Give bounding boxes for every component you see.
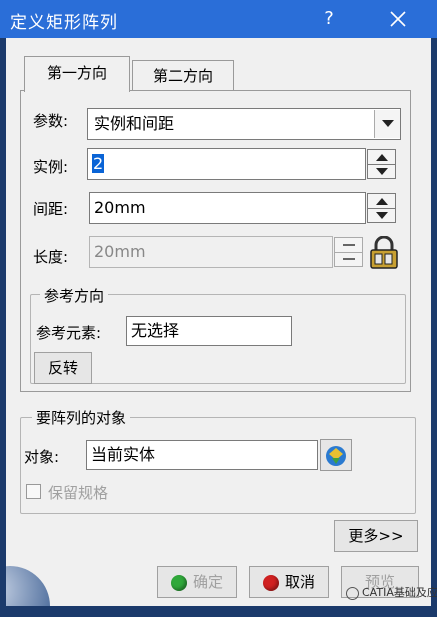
spacing-value: 20mm bbox=[94, 198, 146, 217]
params-type-value: 实例和间距 bbox=[94, 114, 175, 133]
length-spin-down bbox=[335, 252, 362, 266]
object-selector-button[interactable] bbox=[320, 439, 352, 471]
keep-spec-checkbox[interactable] bbox=[26, 484, 41, 499]
ref-element-input[interactable]: 无选择 bbox=[126, 316, 292, 346]
params-type-dropdown-button[interactable] bbox=[374, 110, 400, 138]
triangle-down-icon bbox=[375, 211, 388, 219]
length-spin-up bbox=[335, 238, 362, 253]
minus-icon bbox=[342, 258, 355, 260]
object-input[interactable]: 当前实体 bbox=[86, 440, 318, 470]
help-button[interactable]: ? bbox=[314, 4, 344, 34]
cancel-label: 取消 bbox=[284, 573, 315, 591]
active-tab-join bbox=[25, 89, 129, 92]
keep-spec-label: 保留规格 bbox=[48, 484, 109, 502]
object-value: 当前实体 bbox=[91, 445, 156, 464]
triangle-up-icon bbox=[375, 197, 388, 205]
tab-first-direction[interactable]: 第一方向 bbox=[24, 56, 130, 92]
params-type-select[interactable]: 实例和间距 bbox=[87, 108, 401, 140]
ok-label: 确定 bbox=[192, 573, 223, 591]
select-object-icon bbox=[326, 446, 346, 466]
chevron-down-icon bbox=[381, 120, 394, 127]
ref-element-value: 无选择 bbox=[131, 321, 180, 340]
minus-icon bbox=[342, 244, 355, 246]
spacing-spinner[interactable] bbox=[367, 193, 396, 223]
reverse-button[interactable]: 反转 bbox=[34, 352, 92, 384]
object-group-title: 要阵列的对象 bbox=[32, 407, 131, 428]
close-button[interactable] bbox=[380, 4, 416, 34]
spacing-input[interactable]: 20mm bbox=[89, 192, 366, 224]
more-button[interactable]: 更多>> bbox=[334, 520, 418, 552]
spacing-spin-up[interactable] bbox=[368, 194, 395, 209]
length-input: 20mm bbox=[89, 236, 333, 268]
close-icon bbox=[390, 11, 406, 27]
watermark-icon bbox=[346, 586, 359, 600]
lock-button[interactable] bbox=[367, 235, 401, 270]
triangle-down-icon bbox=[375, 167, 388, 175]
instances-label: 实例: bbox=[33, 158, 69, 176]
instances-spinner[interactable] bbox=[367, 149, 396, 179]
tab-second-direction[interactable]: 第二方向 bbox=[132, 60, 234, 90]
length-label: 长度: bbox=[33, 248, 69, 266]
lock-icon bbox=[370, 235, 398, 269]
instances-spin-up[interactable] bbox=[368, 150, 395, 165]
cancel-led-icon bbox=[262, 574, 279, 591]
ok-button[interactable]: 确定 bbox=[157, 566, 237, 598]
length-value: 20mm bbox=[94, 242, 146, 261]
ok-led-icon bbox=[170, 574, 187, 591]
instances-input[interactable]: 2 bbox=[87, 148, 366, 180]
params-type-label: 参数: bbox=[33, 112, 69, 130]
watermark-text: CATIA基础及应用 bbox=[362, 586, 437, 599]
triangle-up-icon bbox=[375, 153, 388, 161]
spacing-spin-down[interactable] bbox=[368, 208, 395, 222]
watermark: CATIA基础及应用 bbox=[346, 584, 437, 600]
instances-spin-down[interactable] bbox=[368, 164, 395, 178]
ref-direction-title: 参考方向 bbox=[40, 285, 109, 306]
decorative-globe-icon bbox=[0, 562, 52, 617]
instances-value: 2 bbox=[92, 154, 105, 173]
cancel-button[interactable]: 取消 bbox=[249, 566, 329, 598]
object-label: 对象: bbox=[24, 448, 60, 466]
length-spinner bbox=[334, 237, 363, 267]
ref-element-label: 参考元素: bbox=[36, 324, 102, 342]
window-title: 定义矩形阵列 bbox=[10, 13, 118, 33]
spacing-label: 间距: bbox=[33, 200, 69, 218]
